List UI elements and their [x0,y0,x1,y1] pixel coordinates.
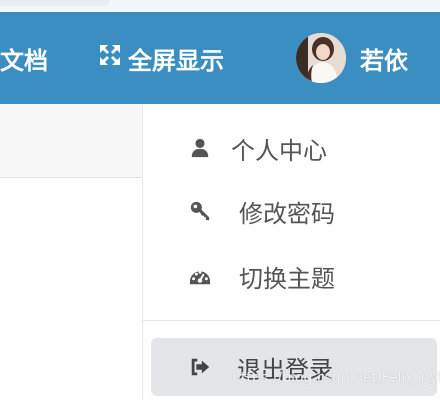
menu-item-switch-theme[interactable]: 切换主题 [143,244,440,308]
watermark: https://blog.csdn.net/Felix_hyfy [232,370,440,386]
menu-item-label: 切换主题 [239,264,335,293]
user-icon [187,135,213,161]
fullscreen-button[interactable]: 全屏显示 [98,12,224,104]
top-pill [0,0,110,6]
header-bar: 文档 全屏显示 若依 [0,12,440,104]
user-menu-trigger[interactable]: 若依 [296,12,408,104]
user-dropdown-menu: 个人中心 修改密码 切换主题 退出登录 [142,104,440,400]
menu-divider [143,320,440,321]
menu-item-profile[interactable]: 个人中心 [143,116,440,180]
username: 若依 [360,46,408,75]
nav-doc-label: 文档 [0,46,48,75]
main-content-area [0,179,143,400]
top-strip [0,0,440,12]
fullscreen-label: 全屏显示 [128,46,224,75]
tags-view-bar [0,104,143,178]
page: 文档 全屏显示 若依 个人中心 修改密码 切换主题 退出登录 https://b… [0,0,440,400]
nav-doc-link[interactable]: 文档 [0,12,48,104]
key-icon [187,198,213,224]
sign-out-icon [187,354,213,380]
avatar[interactable] [296,33,346,83]
expand-icon [98,43,122,73]
menu-item-change-password[interactable]: 修改密码 [143,179,440,243]
dashboard-icon [187,263,213,289]
menu-item-logout[interactable]: 退出登录 [151,338,437,396]
menu-item-label: 修改密码 [239,199,335,228]
menu-item-label: 个人中心 [231,136,327,165]
